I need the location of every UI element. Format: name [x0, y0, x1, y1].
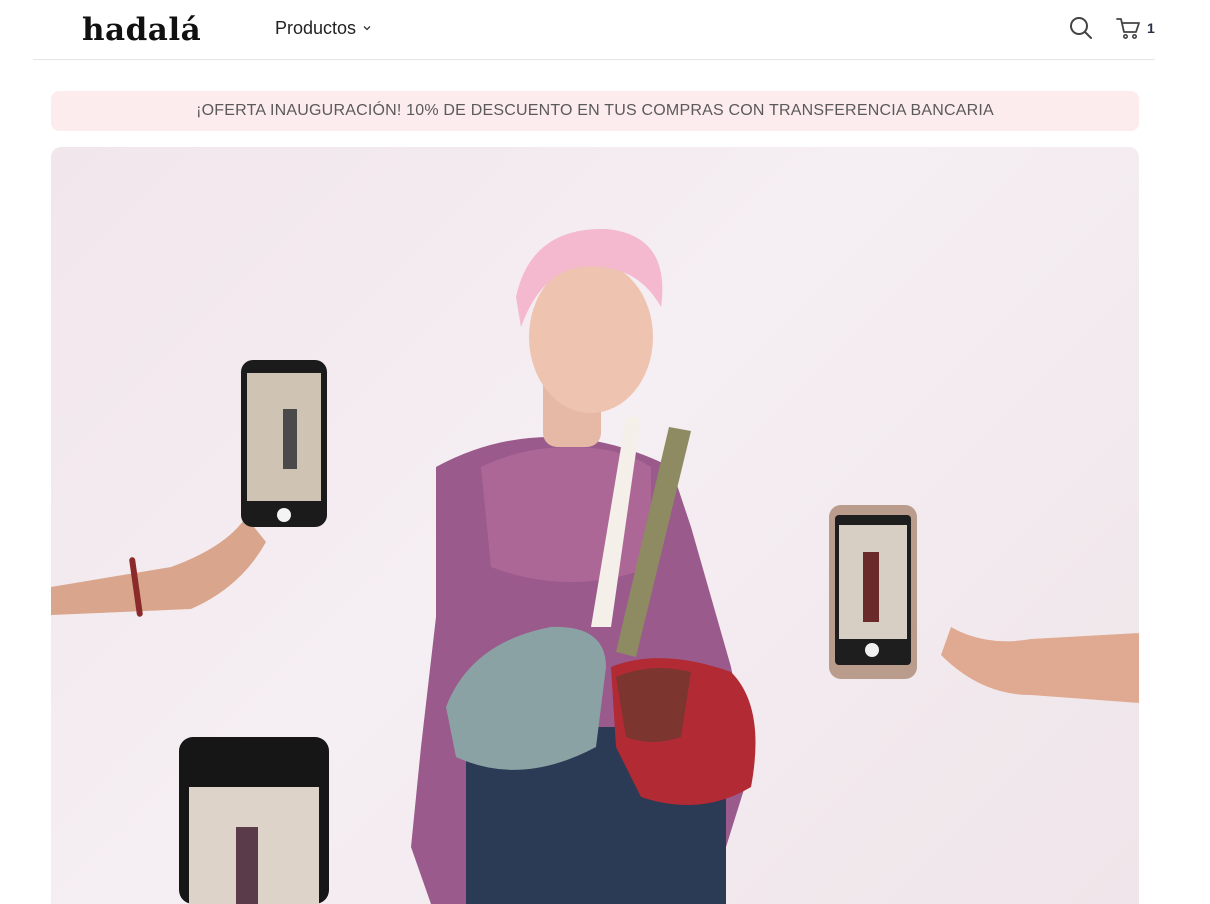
model-with-bags-photo [51, 228, 1139, 904]
cart-count-badge: 1 [1147, 20, 1155, 36]
search-button[interactable] [1068, 15, 1094, 41]
brand-logo[interactable]: hadalá [82, 12, 201, 48]
cart-button[interactable]: 1 [1115, 15, 1155, 41]
chevron-down-icon [363, 26, 371, 31]
promo-text: ¡OFERTA INAUGURACIÓN! 10% DE DESCUENTO E… [196, 102, 994, 119]
nav-productos-label: Productos [275, 17, 357, 38]
search-icon [1070, 17, 1092, 39]
hero-image[interactable] [51, 147, 1139, 904]
promo-banner: ¡OFERTA INAUGURACIÓN! 10% DE DESCUENTO E… [51, 91, 1139, 131]
cart-icon [1116, 18, 1140, 39]
site-header: hadalá Productos 1 [33, 0, 1155, 60]
nav-productos[interactable]: Productos [275, 16, 372, 40]
